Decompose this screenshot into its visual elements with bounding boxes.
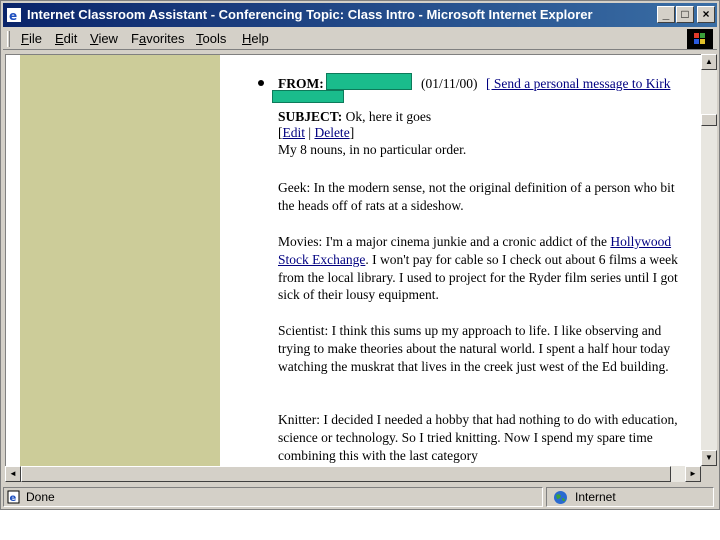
title-bar[interactable]: e Internet Classroom Assistant - Confere… (3, 3, 717, 27)
close-button[interactable]: × (697, 6, 715, 23)
paragraph-scientist: Scientist: I think this sums up my appro… (278, 323, 671, 374)
windows-logo-icon (687, 29, 713, 49)
menu-help[interactable]: Help (242, 31, 269, 47)
minimize-button[interactable]: _ (657, 6, 675, 23)
scroll-left-button[interactable]: ◄ (5, 466, 21, 482)
paragraph-knitter: Knitter: I decided I needed a hobby that… (278, 412, 678, 463)
menu-file[interactable]: File (21, 31, 42, 47)
menu-tools[interactable]: Tools (196, 31, 226, 47)
vertical-scroll-thumb[interactable] (701, 114, 717, 126)
redacted-sender (326, 73, 412, 90)
left-frame (20, 55, 220, 466)
list-bullet (258, 80, 264, 86)
edit-link[interactable]: Edit (283, 125, 306, 140)
maximize-button[interactable]: □ (676, 6, 694, 23)
paragraph-geek: Geek: In the modern sense, not the origi… (278, 180, 675, 213)
vertical-scrollbar[interactable]: ▲ ▼ (701, 54, 717, 466)
menu-view[interactable]: View (90, 31, 118, 47)
page-done-icon: e (7, 490, 20, 504)
status-text: Done (26, 490, 55, 504)
subject-line: SUBJECT: Ok, here it goes (278, 109, 432, 124)
horizontal-scrollbar[interactable]: ◄ ► (5, 466, 701, 482)
page-viewport: FROM: (01/11/00) [ Send a personal messa… (5, 54, 702, 466)
subject-text: Ok, here it goes (345, 109, 432, 124)
svg-text:e: e (9, 9, 17, 23)
menu-edit[interactable]: Edit (55, 31, 77, 47)
browser-window: e Internet Classroom Assistant - Confere… (0, 0, 720, 510)
scroll-up-button[interactable]: ▲ (701, 54, 717, 70)
send-message-link[interactable]: [ Send a personal message to Kirk (486, 75, 670, 92)
post-date: (01/11/00) (421, 76, 478, 91)
scroll-down-button[interactable]: ▼ (701, 450, 717, 466)
post-intro: My 8 nouns, in no particular order. (278, 142, 467, 157)
status-bar: e Done Internet (3, 487, 717, 507)
menu-bar: File Edit View Favorites Tools Help (3, 28, 717, 50)
delete-link[interactable]: Delete (314, 125, 349, 140)
window-title: Internet Classroom Assistant - Conferenc… (27, 7, 593, 22)
svg-text:e: e (10, 493, 17, 504)
post-actions: [Edit | Delete] (278, 125, 355, 140)
status-main: e Done (3, 487, 543, 507)
ie-page-icon: e (7, 8, 21, 23)
toolbar-grip[interactable] (7, 31, 10, 47)
paragraph-movies: Movies: I'm a major cinema junkie and a … (278, 234, 678, 303)
status-zone: Internet (546, 487, 714, 507)
scroll-right-button[interactable]: ► (685, 466, 701, 482)
globe-icon (554, 491, 567, 504)
menu-favorites[interactable]: Favorites (131, 31, 184, 47)
horizontal-scroll-thumb[interactable] (21, 466, 671, 482)
redacted-email (272, 90, 344, 103)
zone-text: Internet (575, 490, 616, 504)
